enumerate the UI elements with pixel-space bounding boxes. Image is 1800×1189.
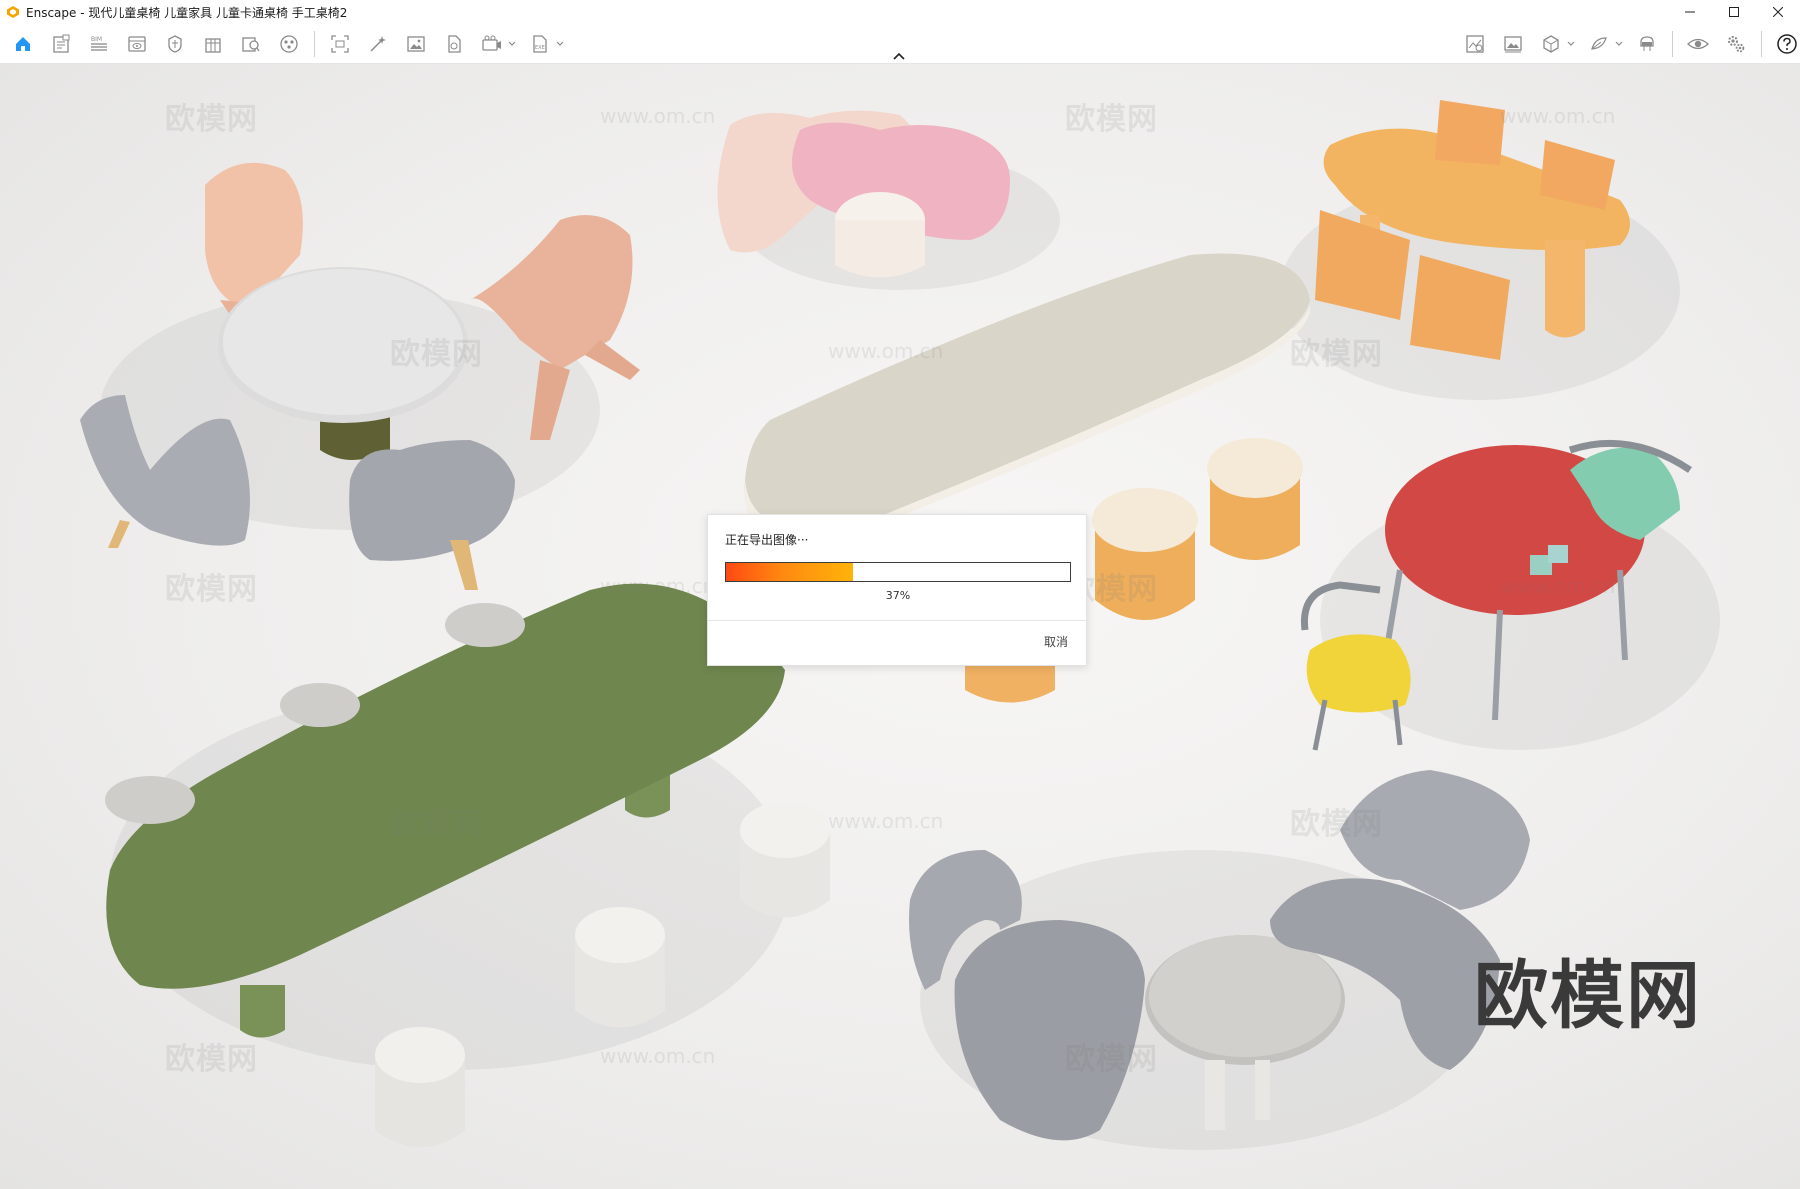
- watermark-url: www.om.cn: [1500, 104, 1616, 128]
- export-progress-fill: [726, 563, 854, 581]
- maximize-button[interactable]: [1712, 0, 1756, 24]
- watermark-brand: 欧模网: [390, 807, 483, 842]
- watermark-brand: 欧模网: [165, 102, 258, 137]
- chevron-down-icon: [556, 41, 564, 46]
- grey-armchair-center: [349, 440, 515, 590]
- watermark-url: www.om.cn: [1500, 574, 1616, 598]
- watermark-brand: 欧模网: [390, 337, 483, 372]
- watermark-url: www.om.cn: [828, 339, 944, 363]
- sketch-button[interactable]: [1584, 29, 1614, 59]
- svg-text:BIM: BIM: [91, 36, 102, 43]
- views-icon: [128, 36, 146, 52]
- bim-icon: BIM: [91, 36, 107, 51]
- asset-library-button[interactable]: [236, 29, 266, 59]
- sketch-icon: [1591, 37, 1607, 50]
- capture-button[interactable]: [1460, 29, 1490, 59]
- close-button[interactable]: [1756, 0, 1800, 24]
- vr-headset-icon: [1640, 36, 1654, 51]
- minimize-button[interactable]: [1668, 0, 1712, 24]
- video-dropdown-caret[interactable]: [507, 29, 517, 59]
- toolbar-collapse-chevron-up-icon[interactable]: [891, 50, 907, 62]
- exe-dropdown-caret[interactable]: [555, 29, 565, 59]
- capture-icon: [1466, 35, 1484, 53]
- building-icon: [205, 38, 221, 53]
- watermark-brand: 欧模网: [165, 572, 258, 607]
- gallery-button[interactable]: [1498, 29, 1528, 59]
- exe-export-button[interactable]: EXE: [525, 29, 555, 59]
- image-export-button[interactable]: [401, 29, 431, 59]
- video-icon: [482, 35, 501, 51]
- export-status-message: 正在导出图像···: [725, 533, 809, 547]
- chevron-down-icon: [1615, 41, 1623, 46]
- atmosphere-icon: [168, 35, 182, 53]
- cancel-button[interactable]: 取消: [1044, 633, 1068, 650]
- toolbar-separator: [314, 31, 315, 57]
- settings-icon: [1728, 36, 1745, 53]
- toolbar-separator: [1672, 31, 1673, 57]
- toolbar-separator: [1761, 31, 1762, 57]
- dialog-divider: [708, 620, 1088, 621]
- atmosphere-button[interactable]: [160, 29, 190, 59]
- watermark-url: www.om.cn: [828, 809, 944, 833]
- window-title: Enscape - 现代儿童桌椅 儿童家具 儿童卡通桌椅 手工桌椅2: [26, 5, 348, 20]
- watermark-brand: 欧模网: [1290, 337, 1383, 372]
- panorama-button[interactable]: [439, 29, 469, 59]
- material-icon: [280, 35, 298, 53]
- help-button[interactable]: [1772, 29, 1800, 59]
- chevron-down-icon: [1567, 41, 1575, 46]
- watermark-url: www.om.cn: [600, 104, 716, 128]
- cube-icon: [1543, 35, 1559, 53]
- cube-dropdown-caret[interactable]: [1566, 29, 1576, 59]
- screenshot-button[interactable]: [325, 29, 355, 59]
- watermark-brand: 欧模网: [1065, 1042, 1158, 1077]
- close-icon: [1773, 7, 1783, 17]
- visibility-button[interactable]: [1683, 29, 1713, 59]
- image-export-icon: [407, 36, 425, 52]
- sketch-dropdown-caret[interactable]: [1614, 29, 1624, 59]
- panorama-icon: [448, 35, 461, 53]
- notes-icon: [53, 34, 70, 53]
- visibility-icon: [1687, 38, 1709, 50]
- export-progress-percent: 37%: [885, 589, 911, 602]
- bim-button[interactable]: BIM: [84, 29, 114, 59]
- chevron-down-icon: [508, 41, 516, 46]
- minimize-icon: [1685, 11, 1695, 13]
- gallery-icon: [1504, 36, 1522, 53]
- watermark-brand: 欧模网: [1065, 102, 1158, 137]
- settings-button[interactable]: [1721, 29, 1751, 59]
- screenshot-icon: [331, 35, 349, 53]
- window-controls: [1668, 0, 1800, 24]
- material-button[interactable]: [274, 29, 304, 59]
- home-button[interactable]: [8, 29, 38, 59]
- batch-render-button[interactable]: [363, 29, 393, 59]
- batch-render-icon: [370, 36, 386, 52]
- toolbar-left: BIM EXE: [4, 24, 569, 64]
- watermark-brand-large: 欧模网: [1474, 953, 1702, 1039]
- exe-export-icon: EXE: [533, 35, 547, 53]
- toolbar-right: [1456, 24, 1800, 64]
- enscape-window: Enscape - 现代儿童桌椅 儿童家具 儿童卡通桌椅 手工桌椅2 BIM E…: [0, 0, 1800, 1189]
- watermark-url: www.om.cn: [600, 574, 716, 598]
- title-bar: Enscape - 现代儿童桌椅 儿童家具 儿童卡通桌椅 手工桌椅2: [0, 0, 1800, 24]
- watermark-url: www.om.cn: [600, 1044, 716, 1068]
- building-button[interactable]: [198, 29, 228, 59]
- views-button[interactable]: [122, 29, 152, 59]
- video-button[interactable]: [477, 29, 507, 59]
- help-icon: [1777, 34, 1797, 54]
- svg-text:EXE: EXE: [535, 45, 545, 51]
- cube-button[interactable]: [1536, 29, 1566, 59]
- home-icon: [16, 37, 30, 51]
- watermark-brand: 欧模网: [165, 1042, 258, 1077]
- maximize-icon: [1729, 7, 1739, 17]
- vr-headset-button[interactable]: [1632, 29, 1662, 59]
- notes-button[interactable]: [46, 29, 76, 59]
- export-progress-dialog: 正在导出图像··· 37% 取消: [707, 514, 1088, 666]
- asset-library-icon: [242, 37, 260, 52]
- enscape-logo-icon: [7, 6, 19, 18]
- export-progress-bar: [725, 562, 1071, 582]
- watermark-brand: 欧模网: [1290, 807, 1383, 842]
